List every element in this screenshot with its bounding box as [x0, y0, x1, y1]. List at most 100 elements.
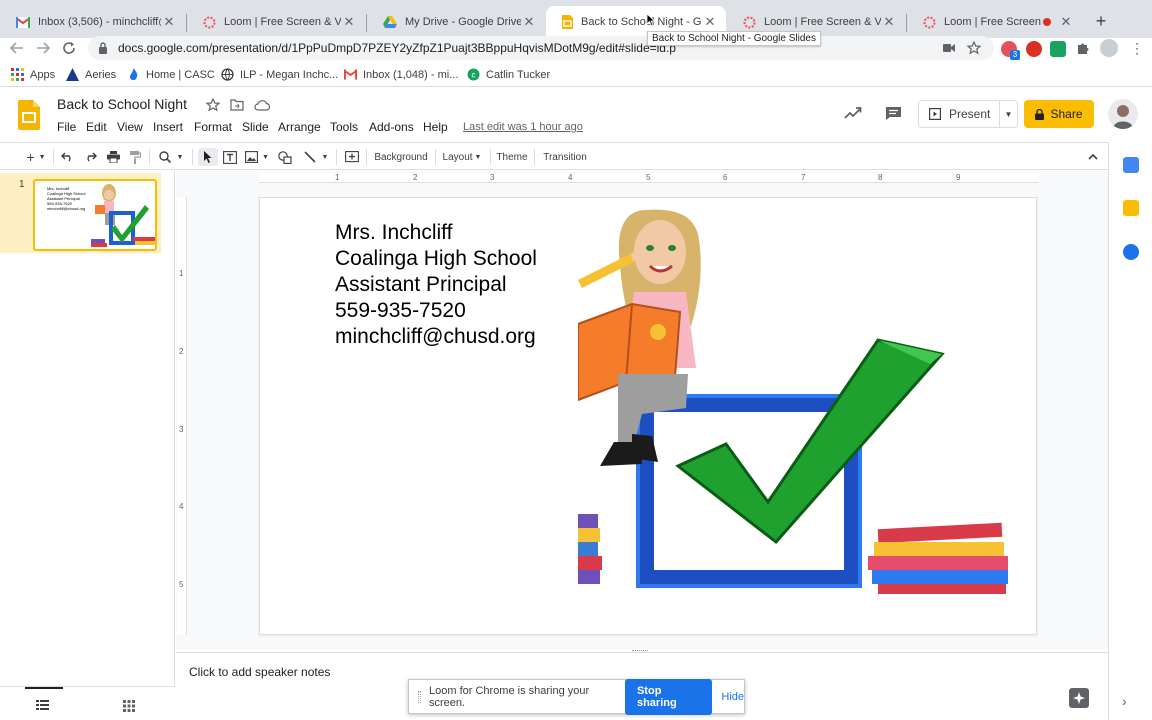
bookmark-casc[interactable]: Home | CASC [127, 68, 215, 81]
print-icon[interactable] [104, 148, 122, 166]
select-tool-icon[interactable] [198, 148, 218, 166]
puzzle-extensions-icon[interactable] [1076, 41, 1090, 55]
tasks-icon[interactable] [1123, 244, 1139, 260]
stop-sharing-button[interactable]: Stop sharing [624, 678, 713, 715]
zoom-button[interactable]: ▼ [156, 148, 186, 166]
menu-view[interactable]: View [117, 120, 143, 134]
shape-icon[interactable] [276, 148, 294, 166]
insert-image-button[interactable]: ▼ [243, 148, 271, 166]
activity-trend-icon[interactable] [844, 106, 862, 120]
close-tab-icon[interactable]: ✕ [1058, 14, 1074, 30]
drag-handle-icon[interactable] [418, 691, 421, 703]
browser-tab-drive[interactable]: My Drive - Google Drive ✕ [367, 6, 545, 38]
ruler-label: 4 [179, 502, 184, 511]
menu-help[interactable]: Help [423, 120, 448, 134]
horizontal-ruler[interactable]: 1 2 3 4 5 6 7 8 9 [259, 173, 1039, 183]
layout-button[interactable]: Layout ▼ [440, 148, 484, 166]
move-folder-icon[interactable] [230, 99, 244, 111]
present-label: Present [949, 107, 991, 121]
back-button[interactable] [6, 37, 28, 59]
tab-title: My Drive - Google Drive [405, 16, 521, 28]
present-dropdown-icon[interactable]: ▼ [999, 101, 1017, 127]
address-bar[interactable]: docs.google.com/presentation/d/1PpPuDmpD… [88, 36, 994, 60]
theme-button[interactable]: Theme [495, 148, 529, 166]
slides-logo-icon[interactable] [18, 100, 40, 130]
close-tab-icon[interactable]: ✕ [881, 14, 897, 30]
menu-addons[interactable]: Add-ons [369, 120, 414, 134]
apps-grid-icon [11, 68, 24, 81]
menu-format[interactable]: Format [194, 120, 232, 134]
close-tab-icon[interactable]: ✕ [161, 14, 177, 30]
menu-tools[interactable]: Tools [330, 120, 358, 134]
bookmark-ilp[interactable]: ILP - Megan Inchc... [221, 68, 338, 81]
hide-banner-button[interactable]: Hide [721, 691, 744, 703]
bitmoji-checkmark-image[interactable] [578, 204, 1024, 596]
menu-slide[interactable]: Slide [242, 120, 269, 134]
close-tab-icon[interactable]: ✕ [702, 14, 718, 30]
line-tool-button[interactable]: ▼ [301, 148, 331, 166]
filmstrip-view-controls [0, 686, 175, 720]
current-slide[interactable]: Mrs. Inchcliff Coalinga High School Assi… [259, 197, 1037, 635]
extension-badge: 3 [1010, 50, 1020, 60]
bookmark-label: Catlin Tucker [486, 68, 551, 81]
bookmark-star-icon[interactable] [967, 41, 981, 55]
explore-icon[interactable] [1069, 688, 1089, 708]
browser-tab-loom-1[interactable]: Loom | Free Screen & Video ✕ [187, 6, 365, 38]
present-button[interactable]: Present ▼ [918, 100, 1018, 128]
vertical-ruler[interactable]: 1 2 3 4 5 [177, 197, 187, 635]
collapse-toolbar-icon[interactable] [1085, 148, 1101, 166]
slide-text-box[interactable]: Mrs. Inchcliff Coalinga High School Assi… [335, 220, 537, 350]
toolbar-divider [336, 149, 337, 165]
toolbar-divider [534, 149, 535, 165]
close-tab-icon[interactable]: ✕ [341, 14, 357, 30]
bookmark-catlin[interactable]: c Catlin Tucker [467, 68, 550, 81]
expand-panel-icon[interactable]: › [1122, 693, 1127, 709]
loom-icon [743, 16, 756, 28]
grid-view-icon[interactable] [123, 700, 135, 712]
bookmark-apps[interactable]: Apps [11, 68, 55, 81]
forward-button[interactable] [32, 37, 54, 59]
camera-icon[interactable] [943, 43, 955, 53]
filmstrip-view-icon[interactable] [36, 700, 49, 710]
text-box-icon[interactable] [221, 148, 239, 166]
close-tab-icon[interactable]: ✕ [521, 14, 537, 30]
chrome-menu-icon[interactable]: ⋮ [1130, 40, 1144, 57]
menu-file[interactable]: File [57, 120, 76, 134]
browser-tab-strip: Inbox (3,506) - minchcliff@c ✕ Loom | Fr… [0, 0, 1152, 38]
background-button[interactable]: Background [372, 148, 430, 166]
red-extension-icon[interactable] [1026, 41, 1042, 57]
menu-arrange[interactable]: Arrange [278, 120, 321, 134]
tab-title: Inbox (3,506) - minchcliff@c [38, 16, 161, 28]
redo-icon[interactable] [81, 148, 99, 166]
keep-icon[interactable] [1123, 200, 1139, 216]
ruler-label: 3 [179, 425, 184, 434]
transition-button[interactable]: Transition [540, 148, 590, 166]
account-avatar[interactable] [1108, 99, 1138, 129]
tab-title: Back to School Night - Goog [581, 16, 702, 28]
comment-icon[interactable] [885, 106, 902, 121]
browser-tab-loom-3[interactable]: Loom | Free Screen & Vi ✕ [907, 6, 1082, 38]
ruler-label: 3 [490, 173, 495, 182]
document-title[interactable]: Back to School Night [57, 96, 187, 112]
browser-tab-gmail[interactable]: Inbox (3,506) - minchcliff@c ✕ [0, 6, 185, 38]
new-tab-button[interactable]: + [1090, 10, 1112, 32]
reload-button[interactable] [58, 37, 80, 59]
cloud-saved-icon[interactable] [254, 99, 270, 111]
slide-thumbnail-row[interactable]: 1 Mrs. Inchcliff Coalinga High School As… [0, 173, 161, 253]
undo-icon[interactable] [58, 148, 76, 166]
menu-edit[interactable]: Edit [86, 120, 107, 134]
calendar-icon[interactable] [1123, 157, 1139, 173]
bookmark-inbox[interactable]: Inbox (1,048) - mi... [344, 68, 458, 81]
star-icon[interactable] [206, 98, 220, 112]
green-extension-icon[interactable] [1050, 41, 1066, 57]
paint-format-icon[interactable] [126, 148, 144, 166]
bookmark-aeries[interactable]: Aeries [66, 68, 116, 81]
slide-thumbnail[interactable]: Mrs. Inchcliff Coalinga High School Assi… [33, 179, 157, 251]
last-edit-link[interactable]: Last edit was 1 hour ago [463, 121, 583, 133]
new-slide-button[interactable]: + ▼ [22, 148, 50, 166]
menu-insert[interactable]: Insert [153, 120, 183, 134]
add-comment-icon[interactable] [343, 148, 361, 166]
share-button[interactable]: Share [1024, 100, 1094, 128]
loom-icon [203, 16, 216, 28]
profile-avatar[interactable] [1100, 39, 1118, 57]
